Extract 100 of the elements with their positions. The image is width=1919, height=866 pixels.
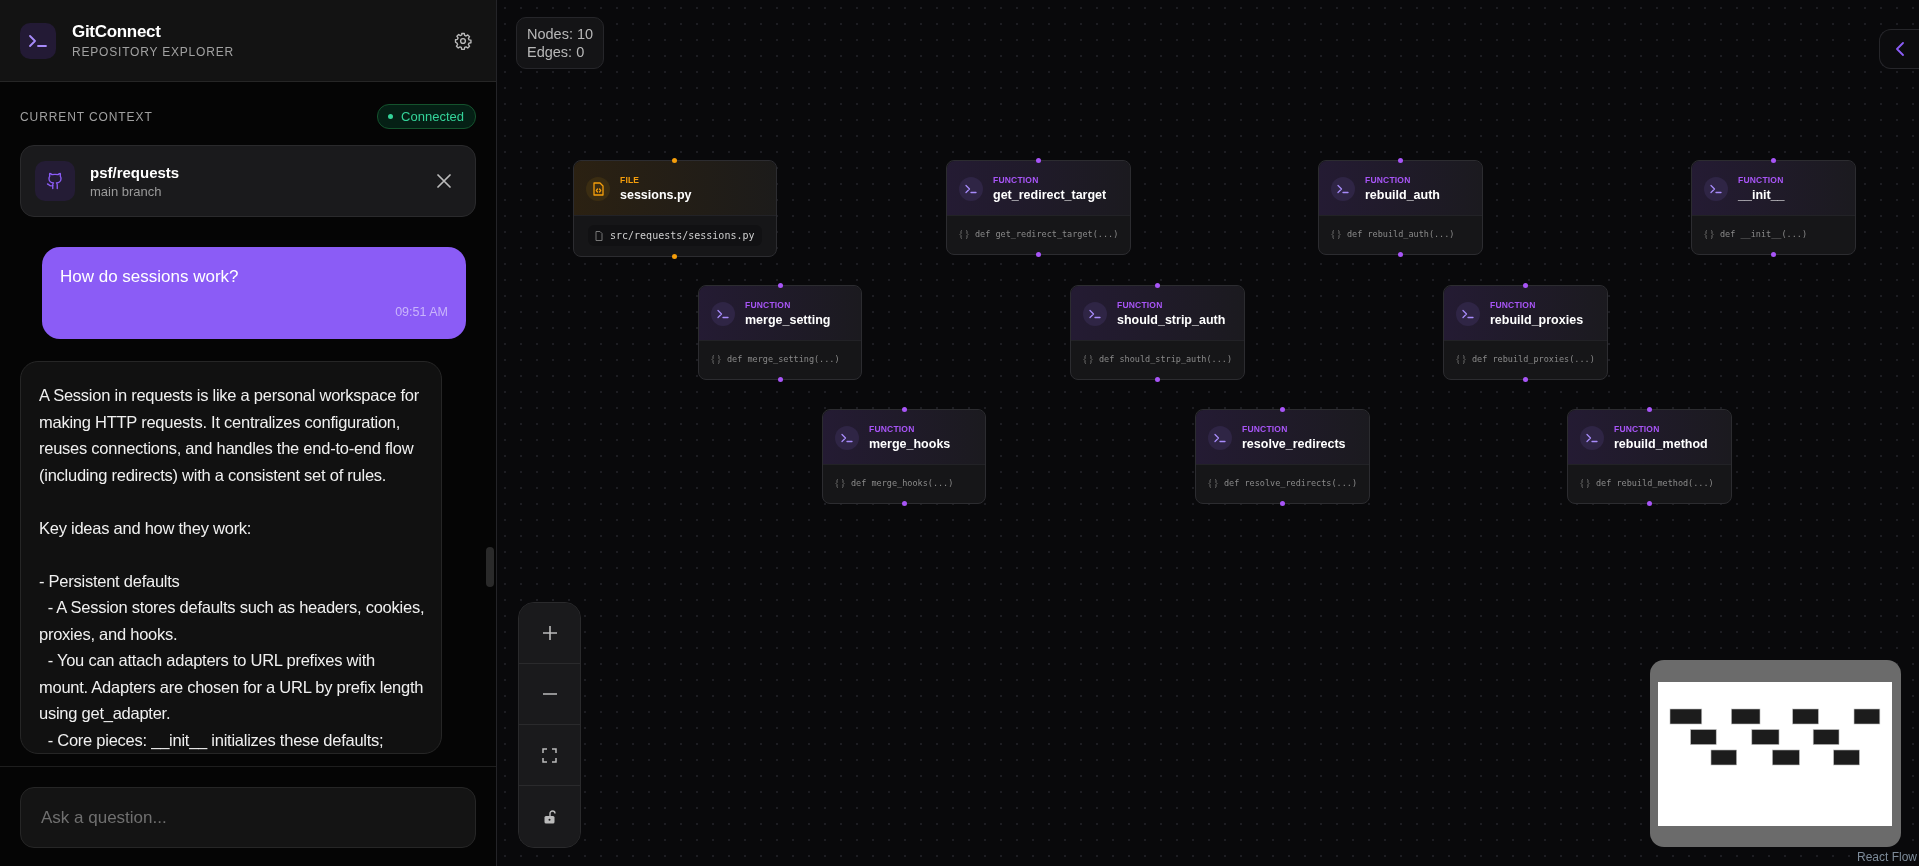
node-type: FUNCTION: [1614, 424, 1661, 434]
terminal-icon: [1704, 176, 1728, 201]
node-name: rebuild_proxies: [1490, 313, 1584, 327]
node-type: FUNCTION: [993, 175, 1040, 185]
handle-dot[interactable]: [1155, 377, 1161, 382]
handle-dot[interactable]: [1523, 377, 1528, 382]
node-type: FILE: [620, 175, 641, 185]
terminal-icon: [835, 425, 859, 450]
app-subtitle: REPOSITORY EXPLORER: [72, 45, 235, 59]
function-signature: def should_strip_auth(...): [1099, 354, 1233, 364]
path-text: src/requests/sessions.py: [610, 230, 755, 241]
function-node[interactable]: FUNCTION merge_setting def merge_setting(...): [698, 285, 862, 380]
file-icon: [595, 230, 603, 241]
handle-dot[interactable]: [1647, 407, 1652, 412]
function-node[interactable]: FUNCTION rebuild_proxies def rebuild_proxies(...): [1443, 285, 1608, 380]
handle-dot[interactable]: [777, 377, 783, 382]
function-node[interactable]: FUNCTION get_redirect_target def get_redirect_target(...): [946, 160, 1132, 255]
handle-dot[interactable]: [1036, 252, 1042, 257]
handle-dot[interactable]: [1398, 158, 1403, 163]
function-signature: def merge_hooks(...): [851, 478, 954, 488]
terminal-icon: [1331, 176, 1355, 201]
function-signature: def rebuild_auth(...): [1347, 229, 1455, 239]
handle-dot[interactable]: [1771, 252, 1776, 257]
handle-dot[interactable]: [1280, 407, 1286, 412]
close-icon: [437, 174, 451, 188]
handle-dot[interactable]: [1523, 283, 1528, 288]
minimap-drawing[interactable]: [1650, 660, 1901, 847]
handle-dot[interactable]: [672, 254, 678, 259]
function-signature: def resolve_redirects(...): [1224, 478, 1358, 488]
minus-icon: [541, 692, 558, 696]
braces-icon: [711, 354, 721, 364]
function-signature: def __init__(...): [1720, 229, 1807, 239]
collapse-button[interactable]: [1879, 29, 1919, 69]
message-text: A Session in requests is like a personal workspace for making HTTP requests. It centralizes configuration, reuses connections, and handles the end-to-end flow (including redirects) with a consistent set of rules. Key ideas and how they work: - Persistent defaults - A Session stores defaults such as headers, cookies, proxies, and hooks. - You can attach adapters to URL prefixes with mount. Adapters are chosen for a URL by prefix length using get_adapter. - Core pieces: __init__ initializes these defaults;: [39, 385, 425, 752]
plus-icon: [541, 625, 558, 641]
braces-icon: [835, 478, 845, 488]
node-type: FUNCTION: [1490, 300, 1537, 310]
braces-icon: [1704, 229, 1714, 239]
terminal-icon: [1456, 301, 1480, 326]
function-signature: def rebuild_proxies(...): [1472, 354, 1595, 364]
section-label: CURRENT CONTEXT: [20, 109, 153, 124]
braces-icon: [1208, 478, 1218, 488]
file-node[interactable]: FILE sessions.py src/requests/sessions.py: [573, 160, 777, 257]
file-code-icon: [586, 176, 610, 201]
node-type: FUNCTION: [869, 424, 916, 434]
message-time: 09:51 AM: [395, 305, 448, 319]
function-node[interactable]: FUNCTION should_strip_auth def should_strip_auth(...): [1070, 285, 1246, 380]
function-signature: def rebuild_method(...): [1596, 478, 1714, 488]
chevron-left-icon: [1894, 42, 1905, 56]
braces-icon: [959, 229, 969, 239]
node-name: __init__: [1738, 188, 1785, 202]
node-type: FUNCTION: [1117, 300, 1164, 310]
handle-dot[interactable]: [1280, 501, 1286, 506]
node-name: merge_setting: [745, 313, 831, 327]
function-node[interactable]: FUNCTION __init__ def __init__(...): [1691, 160, 1856, 255]
node-name: get_redirect_target: [993, 188, 1107, 202]
message-text: How do sessions work?: [60, 267, 240, 287]
terminal-icon: [1580, 425, 1604, 450]
node-name: should_strip_auth: [1117, 313, 1226, 327]
branch-label: main branch: [90, 183, 163, 199]
terminal-icon: [20, 22, 56, 59]
node-name: resolve_redirects: [1242, 437, 1346, 451]
node-name: sessions.py: [620, 188, 692, 202]
github-icon: [35, 161, 75, 201]
node-name: rebuild_auth: [1365, 188, 1440, 202]
terminal-icon: [959, 176, 983, 201]
handle-dot[interactable]: [672, 158, 678, 163]
handle-dot[interactable]: [1036, 158, 1042, 163]
terminal-icon: [1083, 301, 1107, 326]
handle-dot[interactable]: [1647, 501, 1652, 506]
attribution-link[interactable]: React Flow: [1856, 850, 1917, 864]
handle-dot[interactable]: [901, 501, 907, 506]
node-name: merge_hooks: [869, 437, 951, 451]
terminal-icon: [1208, 425, 1232, 450]
fit-view-icon: [542, 747, 557, 763]
gear-icon: [454, 31, 472, 50]
function-node[interactable]: FUNCTION merge_hooks def merge_hooks(...): [822, 409, 986, 504]
function-node[interactable]: FUNCTION rebuild_auth def rebuild_auth(...): [1318, 160, 1483, 255]
unlock-icon: [543, 809, 556, 824]
terminal-icon: [711, 301, 735, 326]
node-type: FUNCTION: [1365, 175, 1412, 185]
repo-name: psf/requests: [90, 163, 181, 181]
braces-icon: [1456, 354, 1466, 364]
function-node[interactable]: FUNCTION resolve_redirects def resolve_redirects(...): [1195, 409, 1371, 504]
handle-dot[interactable]: [1155, 283, 1161, 288]
node-name: rebuild_method: [1614, 437, 1708, 451]
function-node[interactable]: FUNCTION rebuild_method def rebuild_method(...): [1567, 409, 1732, 504]
function-signature: def get_redirect_target(...): [975, 229, 1119, 239]
braces-icon: [1580, 478, 1590, 488]
status-badge: Connected: [377, 104, 476, 129]
node-count: Nodes: 10: [527, 26, 594, 42]
scrollbar-thumb[interactable]: [486, 547, 494, 587]
app-title: GitConnect: [72, 22, 162, 42]
handle-dot[interactable]: [1771, 158, 1776, 163]
function-signature: def merge_setting(...): [727, 354, 840, 364]
handle-dot[interactable]: [1398, 252, 1403, 257]
node-type: FUNCTION: [1242, 424, 1289, 434]
node-type: FUNCTION: [745, 300, 792, 310]
question-input[interactable]: Ask a question...: [20, 787, 476, 848]
node-type: FUNCTION: [1738, 175, 1785, 185]
